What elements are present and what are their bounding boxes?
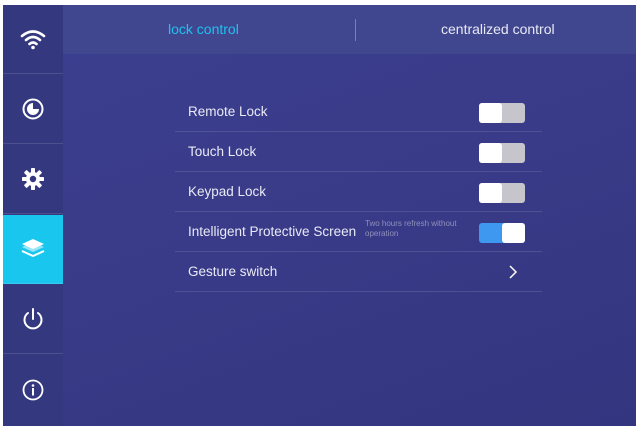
toggle-knob (479, 143, 502, 163)
setting-row-remote-lock: Remote Lock (175, 92, 542, 132)
setting-label: Touch Lock (188, 144, 257, 159)
tab-lock-control[interactable]: lock control (168, 5, 239, 54)
header-tabs: lock control centralized control (63, 5, 636, 54)
sidebar-item-power[interactable] (3, 285, 63, 354)
device-screen: lock control centralized control Remote … (3, 5, 636, 426)
setting-label: Remote Lock (188, 104, 268, 119)
protective-screen-toggle[interactable] (479, 223, 525, 243)
sidebar-item-clock[interactable] (3, 75, 63, 144)
setting-label: Keypad Lock (188, 184, 267, 199)
clock-icon (22, 98, 44, 120)
setting-label: Gesture switch (188, 264, 278, 279)
setting-label: Intelligent Protective Screen (188, 224, 357, 239)
sidebar (3, 5, 63, 426)
sidebar-item-layers[interactable] (3, 215, 63, 284)
tab-divider (355, 19, 356, 41)
setting-row-touch-lock: Touch Lock (175, 132, 542, 172)
tab-centralized-control[interactable]: centralized control (441, 5, 555, 54)
keypad-lock-toggle[interactable] (479, 183, 525, 203)
toggle-knob (502, 223, 525, 243)
sidebar-item-info[interactable] (3, 355, 63, 424)
remote-lock-toggle[interactable] (479, 103, 525, 123)
setting-row-intelligent-protective-screen: Intelligent Protective Screen Two hours … (175, 212, 542, 252)
setting-row-gesture-switch[interactable]: Gesture switch (175, 252, 542, 292)
setting-row-keypad-lock: Keypad Lock (175, 172, 542, 212)
touch-lock-toggle[interactable] (479, 143, 525, 163)
chevron-right-icon[interactable] (508, 265, 518, 279)
power-icon (23, 308, 43, 330)
info-icon (22, 379, 44, 400)
layers-icon (21, 239, 45, 257)
sidebar-item-wifi[interactable] (3, 5, 63, 74)
gear-icon (22, 168, 44, 190)
wifi-icon (20, 30, 46, 50)
sidebar-item-settings[interactable] (3, 145, 63, 214)
toggle-knob (479, 183, 502, 203)
toggle-knob (479, 103, 502, 123)
setting-hint: Two hours refresh without operation (365, 219, 457, 238)
